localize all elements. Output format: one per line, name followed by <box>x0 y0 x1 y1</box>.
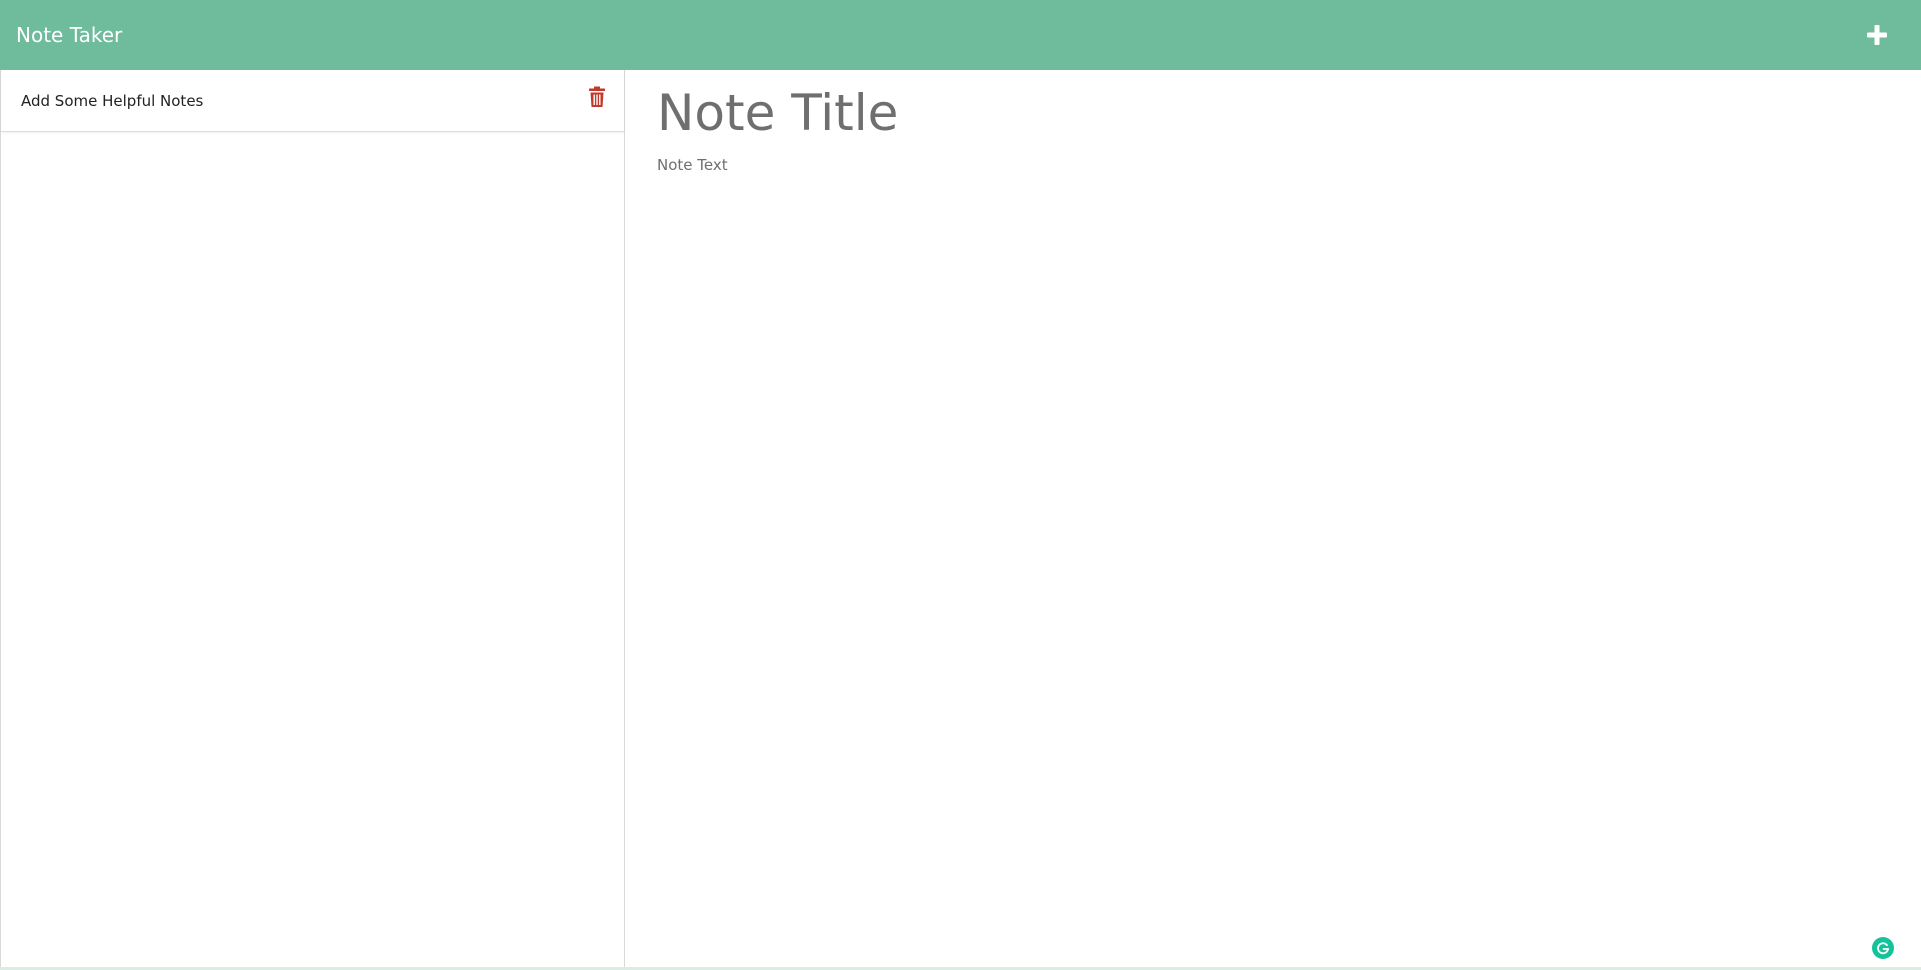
grammarly-g-glyph <box>1877 942 1890 955</box>
plus-icon <box>1867 25 1887 45</box>
note-item-title: Add Some Helpful Notes <box>21 91 204 110</box>
note-title-input[interactable] <box>657 82 1889 144</box>
note-editor <box>625 70 1921 970</box>
note-list: Add Some Helpful Notes <box>0 70 625 970</box>
brand-title[interactable]: Note Taker <box>16 23 122 47</box>
note-text-input[interactable] <box>657 156 1889 916</box>
grammarly-icon[interactable] <box>1872 937 1894 959</box>
list-item[interactable]: Add Some Helpful Notes <box>1 70 624 132</box>
trash-icon[interactable] <box>588 86 606 108</box>
new-note-button[interactable] <box>1859 17 1895 53</box>
navbar: Note Taker <box>0 0 1921 70</box>
